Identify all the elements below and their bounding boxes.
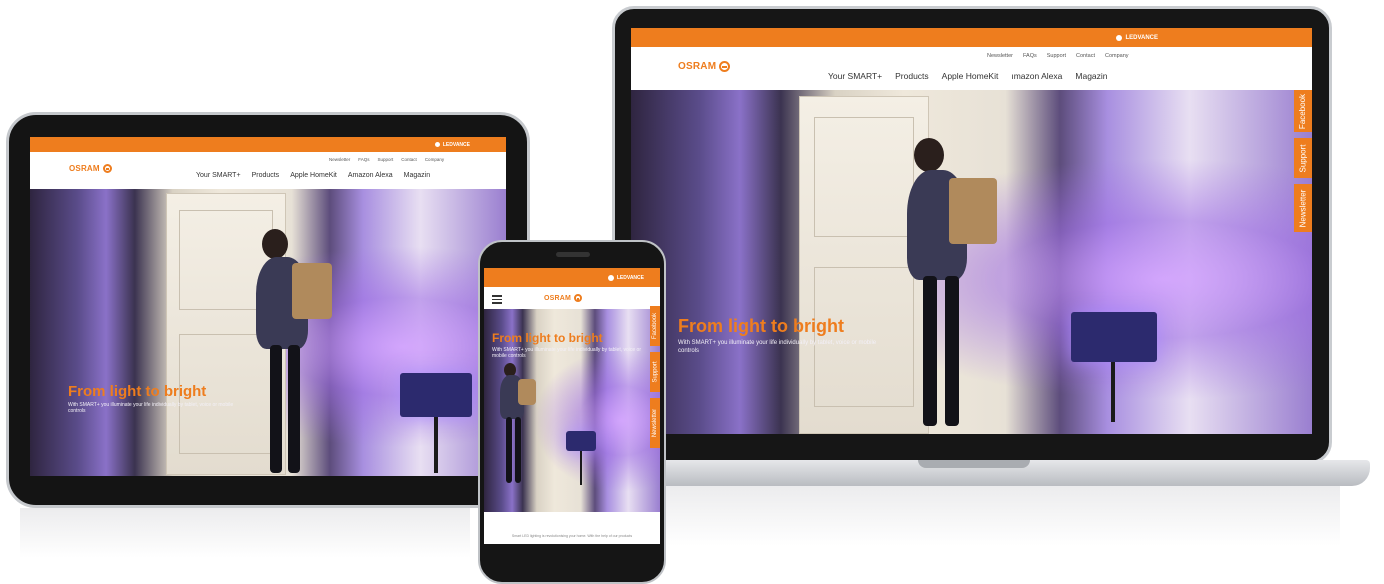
sidetab-facebook[interactable]: Facebook xyxy=(1294,90,1312,132)
utility-nav: Newsletter FAQs Support Contact Company xyxy=(987,53,1129,59)
main-nav: Your SMART+ Products Apple HomeKit ımazo… xyxy=(828,71,1108,81)
osram-bulb-icon xyxy=(102,164,112,173)
phone-screen: LEDVANCE OSRAM From light to bright With… xyxy=(484,268,660,544)
hero-image: From light to bright With SMART+ you ill… xyxy=(484,309,660,512)
osram-bulb-icon xyxy=(574,294,583,302)
hero-subtitle: With SMART+ you illuminate your life ind… xyxy=(492,347,641,360)
nav-amazon-alexa[interactable]: ımazon Alexa xyxy=(1011,71,1062,81)
laptop-screen: LEDVANCE OSRAM Newsletter FAQs Support C… xyxy=(631,28,1312,434)
tablet-screen: LEDVANCE OSRAM Newsletter FAQs Support C… xyxy=(30,137,506,476)
lamp-stand xyxy=(434,417,438,473)
logo-text: OSRAM xyxy=(69,164,100,173)
hero-title: From light to bright xyxy=(678,316,844,336)
lamp-stand xyxy=(580,451,582,485)
tablet-reflection xyxy=(20,508,470,558)
ledvance-badge[interactable]: LEDVANCE xyxy=(1116,34,1158,41)
sidetab-newsletter[interactable]: Newsletter xyxy=(650,398,660,448)
laptop-reflection xyxy=(640,486,1340,546)
utility-contact[interactable]: Contact xyxy=(401,157,417,162)
nav-magazin[interactable]: Magazin xyxy=(1075,71,1107,81)
nav-apple-homekit[interactable]: Apple HomeKit xyxy=(290,172,337,179)
osram-logo[interactable]: OSRAM xyxy=(544,294,583,302)
phone-speaker xyxy=(556,252,590,257)
ledvance-badge[interactable]: LEDVANCE xyxy=(607,274,644,281)
hero-subtitle: With SMART+ you illuminate your life ind… xyxy=(678,340,877,354)
person-leg xyxy=(945,276,959,426)
person-leg xyxy=(288,345,300,473)
ledvance-icon xyxy=(434,142,440,147)
logo-text: OSRAM xyxy=(544,294,572,302)
grocery-bag xyxy=(292,263,332,319)
nav-amazon-alexa[interactable]: Amazon Alexa xyxy=(348,172,393,179)
utility-nav: Newsletter FAQs Support Contact Company xyxy=(329,157,444,162)
person-head xyxy=(914,138,944,172)
grocery-bag xyxy=(949,178,997,244)
lamp-shade xyxy=(566,431,596,451)
laptop-notch xyxy=(918,460,1030,468)
ledvance-label: LEDVANCE xyxy=(442,141,470,148)
lamp-stand xyxy=(1111,362,1115,422)
site-header: OSRAM Newsletter FAQs Support Contact Co… xyxy=(631,47,1312,90)
topbar: LEDVANCE xyxy=(631,28,1312,47)
utility-contact[interactable]: Contact xyxy=(1076,53,1095,59)
osram-logo[interactable]: OSRAM xyxy=(69,164,112,173)
ledvance-icon xyxy=(1116,34,1123,41)
person-leg xyxy=(515,417,521,483)
sidetab-newsletter[interactable]: Newsletter xyxy=(1294,184,1312,232)
utility-newsletter[interactable]: Newsletter xyxy=(987,53,1013,59)
nav-magazin[interactable]: Magazin xyxy=(404,172,430,179)
lamp-shade xyxy=(400,373,472,417)
topbar: LEDVANCE xyxy=(30,137,506,152)
nav-apple-homekit[interactable]: Apple HomeKit xyxy=(942,71,999,81)
hero-subtitle: With SMART+ you illuminate your life ind… xyxy=(68,402,234,415)
ledvance-icon xyxy=(607,274,614,281)
grocery-bag xyxy=(518,379,536,405)
nav-your-smart[interactable]: Your SMART+ xyxy=(828,71,882,81)
site-header: OSRAM Newsletter FAQs Support Contact Co… xyxy=(30,152,506,189)
door-panel xyxy=(814,267,914,407)
logo-text: OSRAM xyxy=(678,61,717,72)
hero-image: From light to bright With SMART+ you ill… xyxy=(631,90,1312,434)
hero-title: From light to bright xyxy=(68,383,207,400)
person-leg xyxy=(270,345,282,473)
utility-company[interactable]: Company xyxy=(1105,53,1129,59)
person-head xyxy=(262,229,288,259)
person-leg xyxy=(923,276,937,426)
ledvance-badge[interactable]: LEDVANCE xyxy=(434,141,470,148)
topbar: LEDVANCE xyxy=(484,268,660,287)
door-panel xyxy=(814,117,914,237)
utility-newsletter[interactable]: Newsletter xyxy=(329,157,350,162)
utility-company[interactable]: Company xyxy=(425,157,444,162)
utility-faqs[interactable]: FAQs xyxy=(1023,53,1037,59)
utility-support[interactable]: Support xyxy=(1047,53,1066,59)
intro-text: Smart LED lighting is revolutionising yo… xyxy=(484,512,660,544)
utility-faqs[interactable]: FAQs xyxy=(358,157,369,162)
ledvance-label: LEDVANCE xyxy=(1125,34,1158,41)
sidetab-facebook[interactable]: Facebook xyxy=(650,306,660,346)
hero-image: From light to bright With SMART+ you ill… xyxy=(30,189,506,476)
hamburger-menu-icon[interactable] xyxy=(492,295,502,304)
site-header: OSRAM xyxy=(484,287,660,309)
osram-bulb-icon xyxy=(719,61,731,72)
utility-support[interactable]: Support xyxy=(378,157,394,162)
lamp-shade xyxy=(1071,312,1157,362)
main-nav: Your SMART+ Products Apple HomeKit Amazo… xyxy=(196,172,430,179)
person-leg xyxy=(506,417,512,483)
sidetab-support[interactable]: Support xyxy=(650,352,660,392)
sidetab-support[interactable]: Support xyxy=(1294,138,1312,178)
nav-products[interactable]: Products xyxy=(895,71,929,81)
nav-your-smart[interactable]: Your SMART+ xyxy=(196,172,241,179)
ledvance-label: LEDVANCE xyxy=(616,274,644,281)
osram-logo[interactable]: OSRAM xyxy=(678,61,731,72)
nav-products[interactable]: Products xyxy=(252,172,280,179)
hero-title: From light to bright xyxy=(492,331,603,345)
